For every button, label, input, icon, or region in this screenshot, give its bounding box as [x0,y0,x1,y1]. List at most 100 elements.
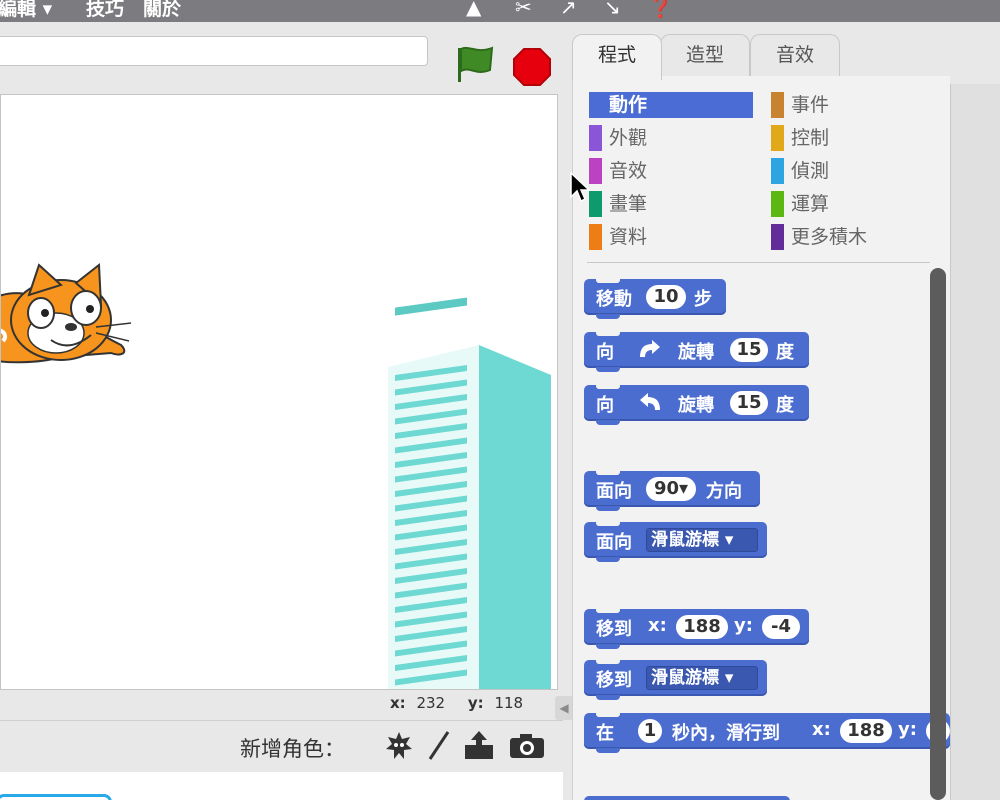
glide-secs-input[interactable]: 1 [638,719,662,743]
block-point-towards[interactable]: 面向 滑鼠游標 ▾ [584,521,767,562]
category-color-swatch [771,125,784,151]
category-9[interactable]: 更多積木 [771,224,931,250]
camera-sprite-icon[interactable] [508,729,546,763]
sprite-thumbnail-selected[interactable] [0,794,112,800]
stage-panel: x: 232 y: 118 ◀ 新增角色： [0,22,573,800]
category-color-swatch [771,92,784,118]
block-turn-cw-unit: 度 [776,342,794,363]
category-label: 音效 [609,160,648,182]
mouse-x-label: x: [390,694,406,712]
move-steps-input[interactable]: 10 [646,285,686,309]
project-title-input[interactable] [0,36,428,66]
tab-scripts[interactable]: 程式 [572,34,662,80]
direction-dropdown-input[interactable]: 90▾ [646,477,696,501]
category-color-swatch [771,191,784,217]
category-color-swatch [771,158,784,184]
category-label: 畫筆 [609,193,648,215]
category-color-swatch [589,224,602,250]
menu-tips[interactable]: 技巧 [86,0,124,21]
block-turn-ccw-label: 向 [596,395,614,416]
category-label: 事件 [791,94,830,116]
category-6[interactable]: 控制 [771,125,931,151]
glide-x-input[interactable]: 188 [840,719,892,743]
go-to-x-input[interactable]: 188 [676,615,728,639]
green-flag-icon[interactable] [452,44,496,84]
category-2[interactable]: 音效 [589,158,753,184]
block-turn-ccw-unit: 度 [776,395,794,416]
category-7[interactable]: 偵測 [771,158,931,184]
category-divider [587,262,930,263]
block-point-towards-label: 面向 [596,532,632,553]
block-point-direction-unit: 方向 [706,481,742,502]
go-to-option: 滑鼠游標 [651,668,719,688]
block-glide[interactable]: 在 1 秒內，滑行到 x: 188 y: [584,712,950,753]
mouse-y-value: 118 [494,694,524,712]
category-4[interactable]: 資料 [589,224,753,250]
upload-sprite-icon[interactable] [462,729,496,763]
category-5[interactable]: 事件 [771,92,931,118]
block-turn-counterclockwise[interactable]: 向 旋轉 15 度 [584,384,809,425]
point-towards-dropdown[interactable]: 滑鼠游標 ▾ [646,528,758,552]
category-1[interactable]: 外觀 [589,125,753,151]
duplicate-stamp-icon[interactable]: ▲ [466,0,481,19]
block-go-to-label: 移到 [596,670,632,691]
category-label: 外觀 [609,127,648,149]
menu-edit[interactable]: 編輯 ▾ [0,0,52,21]
choose-sprite-from-library-icon[interactable] [382,729,416,763]
grow-icon[interactable]: ↗ [560,0,577,19]
turn-ccw-degrees-input[interactable]: 15 [730,391,768,415]
stage-canvas[interactable] [0,94,558,690]
scripts-area[interactable] [950,84,1000,800]
category-3[interactable]: 畫筆 [589,191,753,217]
block-move-label: 移動 [596,289,632,310]
shrink-icon[interactable]: ↘ [604,0,621,19]
block-go-to-xy-label: 移到 [596,619,632,640]
menu-bar: 編輯 ▾ 技巧 關於 ▲ ✂ ↗ ↘ ❓ [0,0,1000,22]
go-to-y-input[interactable]: -4 [762,615,800,639]
cut-icon[interactable]: ✂ [515,0,532,19]
menu-about[interactable]: 關於 [143,0,181,21]
stage-scene [1,263,551,689]
block-point-in-direction[interactable]: 面向 90▾ 方向 [584,470,760,511]
category-0[interactable]: 動作 [589,92,753,118]
category-8[interactable]: 運算 [771,191,931,217]
block-turn-cw-action: 旋轉 [678,342,714,363]
category-label: 控制 [791,127,830,149]
block-point-direction-label: 面向 [596,481,632,502]
block-turn-cw-label: 向 [596,342,614,363]
editor-tabs: 程式 造型 音效 [572,30,952,80]
paint-new-sprite-icon[interactable] [424,729,452,763]
new-sprite-label: 新增角色： [240,737,345,761]
category-color-swatch [589,92,602,118]
collapse-stage-button[interactable]: ◀ [555,696,573,720]
mouse-y-label: y: [467,694,484,712]
block-go-to[interactable]: 移到 滑鼠游標 ▾ [584,659,767,700]
go-to-x-label: x: [648,615,667,636]
new-sprite-bar: 新增角色： [0,720,563,772]
palette-scrollbar[interactable] [930,268,946,800]
block-glide-label: 在 [596,723,614,744]
help-icon[interactable]: ❓ [648,0,673,19]
category-label: 運算 [791,193,830,215]
stop-sign-icon[interactable] [512,47,552,87]
block-turn-clockwise[interactable]: 向 旋轉 15 度 [584,331,809,372]
glide-y-label: y: [898,719,917,740]
glide-x-label: x: [812,719,831,740]
category-label: 更多積木 [791,226,868,248]
tab-costumes[interactable]: 造型 [660,34,750,78]
tab-sounds[interactable]: 音效 [750,34,840,78]
block-glide-text: 秒內，滑行到 [672,723,780,744]
category-label: 偵測 [791,160,830,182]
cat-sprite[interactable] [1,263,132,364]
rotate-clockwise-icon [640,340,660,357]
block-next-partial[interactable] [584,796,790,800]
block-move-steps[interactable]: 移動 10 步 [584,278,726,319]
block-go-to-xy[interactable]: 移到 x: 188 y: -4 [584,608,809,649]
go-to-dropdown[interactable]: 滑鼠游標 ▾ [646,666,758,690]
rotate-counterclockwise-icon [640,393,660,410]
point-towards-option: 滑鼠游標 [651,530,719,550]
category-color-swatch [771,224,784,250]
mouse-x-value: 232 [416,694,446,712]
category-label: 資料 [609,226,648,248]
turn-cw-degrees-input[interactable]: 15 [730,338,768,362]
